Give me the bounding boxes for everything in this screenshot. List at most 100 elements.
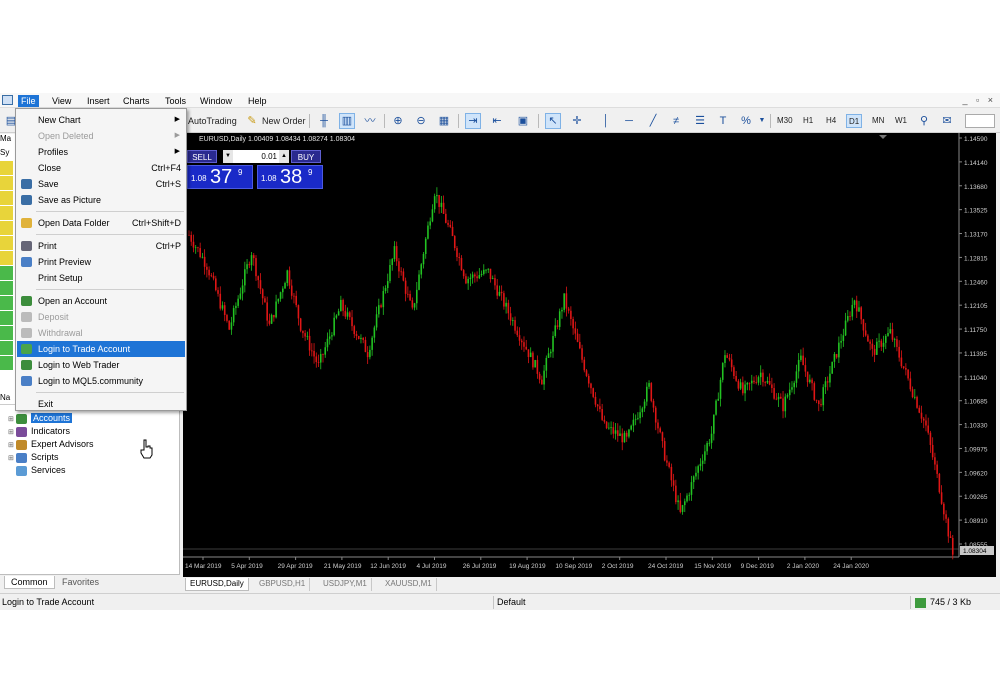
candle-body bbox=[391, 259, 394, 265]
tile-windows-icon[interactable]: ▦ bbox=[436, 113, 452, 129]
menu-item-save[interactable]: Save Ctrl+S bbox=[17, 176, 185, 192]
timeframe-h4[interactable]: H4 bbox=[824, 114, 838, 128]
candle-body bbox=[844, 320, 847, 336]
candlestick-icon[interactable]: ▥ bbox=[339, 113, 355, 129]
chart-tab-eurusd[interactable]: EURUSD,Daily bbox=[185, 578, 249, 591]
chart-tab-xauusd[interactable]: XAUUSD,M1 bbox=[381, 578, 437, 591]
candle-body bbox=[217, 290, 219, 294]
menu-view[interactable]: View bbox=[49, 95, 74, 107]
candlestick-chart[interactable]: 1.14590 1.14140 1.13680 1.13525 1.13170 1.128… bbox=[183, 133, 996, 577]
tab-favorites[interactable]: Favorites bbox=[56, 576, 105, 589]
menu-item-open-deleted: Open Deleted ▶ bbox=[17, 128, 185, 144]
candle-body bbox=[386, 281, 389, 289]
candle-body bbox=[313, 350, 315, 357]
shapes-dropdown-icon[interactable]: ▼ bbox=[754, 113, 770, 129]
window-controls[interactable]: _ ▫ × bbox=[963, 95, 996, 105]
vertical-line-icon[interactable]: │ bbox=[598, 113, 614, 129]
menu-window[interactable]: Window bbox=[197, 95, 235, 107]
timeframe-m30[interactable]: M30 bbox=[775, 114, 795, 128]
candle-body bbox=[563, 293, 565, 310]
candle-body bbox=[402, 271, 405, 281]
search-input[interactable] bbox=[965, 114, 995, 128]
candle-body bbox=[947, 518, 950, 537]
buy-button[interactable]: BUY bbox=[291, 150, 321, 163]
tree-item-indicators[interactable]: ⊞ Indicators bbox=[8, 425, 70, 438]
tab-common[interactable]: Common bbox=[4, 576, 55, 589]
candle-body bbox=[536, 360, 539, 374]
tree-item-accounts[interactable]: ⊞ Accounts bbox=[8, 412, 73, 425]
sell-button[interactable]: SELL bbox=[187, 150, 217, 163]
search-icon[interactable]: ⚲ bbox=[916, 113, 932, 129]
menu-charts[interactable]: Charts bbox=[120, 95, 153, 107]
bid-price[interactable]: 1.08 37 9 bbox=[187, 165, 253, 189]
candle-body bbox=[371, 337, 373, 350]
fibonacci-icon[interactable]: ☰ bbox=[692, 113, 708, 129]
cursor-tool-icon[interactable]: ↖ bbox=[545, 113, 561, 129]
crosshair-icon[interactable]: ✛ bbox=[569, 113, 585, 129]
lot-down-icon[interactable]: ▼ bbox=[223, 150, 233, 163]
tree-item-services[interactable]: Services bbox=[8, 464, 66, 477]
menu-tools[interactable]: Tools bbox=[162, 95, 189, 107]
candle-body bbox=[380, 305, 382, 308]
candle-body bbox=[393, 246, 396, 260]
status-profile[interactable]: Default bbox=[497, 597, 526, 607]
candle-body bbox=[739, 382, 742, 389]
menu-item-print[interactable]: Print Ctrl+P bbox=[17, 238, 185, 254]
status-text: Login to Trade Account bbox=[2, 597, 95, 607]
candle-body bbox=[920, 412, 923, 419]
menu-item-close[interactable]: Close Ctrl+F4 bbox=[17, 160, 185, 176]
menu-file[interactable]: File bbox=[18, 95, 39, 107]
shapes-icon[interactable]: % bbox=[738, 113, 754, 129]
chart-window[interactable]: 1.14590 1.14140 1.13680 1.13525 1.13170 1.128… bbox=[183, 133, 996, 577]
save-icon bbox=[21, 179, 32, 189]
menu-item-save-as-picture[interactable]: Save as Picture bbox=[17, 192, 185, 208]
timeframe-d1[interactable]: D1 bbox=[846, 114, 863, 128]
menu-item-login-to-web-trader[interactable]: Login to Web Trader bbox=[17, 357, 185, 373]
candle-body bbox=[348, 312, 351, 318]
bar-chart-icon[interactable]: ╫ bbox=[316, 113, 332, 129]
timeframe-mn[interactable]: MN bbox=[870, 114, 886, 128]
candle-body bbox=[415, 289, 418, 304]
lot-up-icon[interactable]: ▲ bbox=[279, 150, 289, 163]
chart-tab-gbpusd[interactable]: GBPUSD,H1 bbox=[255, 578, 311, 591]
menu-item-profiles[interactable]: Profiles ▶ bbox=[17, 144, 185, 160]
tree-item-expert-advisors[interactable]: ⊞ Expert Advisors bbox=[8, 438, 94, 451]
menu-insert[interactable]: Insert bbox=[84, 95, 113, 107]
candle-body bbox=[302, 330, 304, 334]
menu-item-login-to-mql5-community[interactable]: Login to MQL5.community bbox=[17, 373, 185, 389]
chat-icon[interactable]: ✉ bbox=[939, 113, 955, 129]
line-chart-icon[interactable]: 〰 bbox=[362, 113, 378, 129]
text-tool-icon[interactable]: T bbox=[715, 113, 731, 129]
new-order-button[interactable]: New Order bbox=[262, 112, 306, 130]
tree-item-scripts[interactable]: ⊞ Scripts bbox=[8, 451, 59, 464]
trendline-icon[interactable]: ╱ bbox=[645, 113, 661, 129]
zoom-in-icon[interactable]: ⊕ bbox=[390, 113, 406, 129]
menu-item-print-setup[interactable]: Print Setup bbox=[17, 270, 185, 286]
menu-item-open-an-account[interactable]: Open an Account bbox=[17, 293, 185, 309]
chart-tab-usdjpy[interactable]: USDJPY,M1 bbox=[319, 578, 372, 591]
candle-body bbox=[616, 430, 619, 436]
horizontal-line-icon[interactable]: ─ bbox=[621, 113, 637, 129]
chart-shift-icon[interactable]: ⇤ bbox=[489, 113, 505, 129]
candle-body bbox=[252, 255, 255, 259]
menu-item-exit[interactable]: Exit bbox=[17, 396, 185, 412]
autotrading-button[interactable]: AutoTrading bbox=[188, 112, 237, 130]
menu-item-print-preview[interactable]: Print Preview bbox=[17, 254, 185, 270]
candle-body bbox=[842, 335, 845, 341]
menu-help[interactable]: Help bbox=[245, 95, 270, 107]
timeframe-h1[interactable]: H1 bbox=[801, 114, 815, 128]
indicators-list-icon[interactable]: ▣ bbox=[515, 113, 531, 129]
menu-item-open-data-folder[interactable]: Open Data Folder Ctrl+Shift+D bbox=[17, 215, 185, 231]
menu-item-login-to-trade-account[interactable]: Login to Trade Account bbox=[17, 341, 185, 357]
auto-scroll-icon[interactable]: ⇥ bbox=[465, 113, 481, 129]
candle-body bbox=[851, 304, 854, 317]
candle-body bbox=[768, 380, 771, 385]
menu-item-new-chart[interactable]: New Chart ▶ bbox=[17, 112, 185, 128]
timeframe-w1[interactable]: W1 bbox=[893, 114, 909, 128]
login-icon bbox=[21, 344, 32, 354]
ask-price[interactable]: 1.08 38 9 bbox=[257, 165, 323, 189]
equidistant-channel-icon[interactable]: ≠ bbox=[668, 113, 684, 129]
candle-body bbox=[500, 291, 503, 294]
zoom-out-icon[interactable]: ⊖ bbox=[413, 113, 429, 129]
candle-body bbox=[346, 312, 349, 317]
